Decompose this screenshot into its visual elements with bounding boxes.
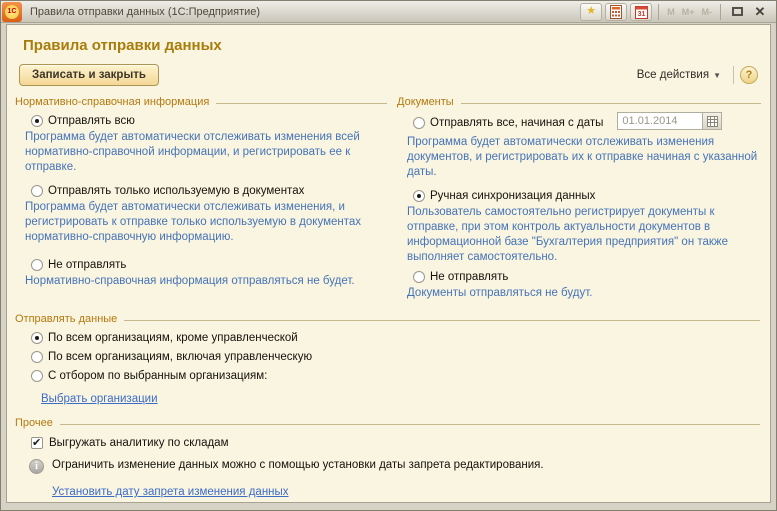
window-title: Правила отправки данных (1С:Предприятие) bbox=[30, 6, 260, 18]
group-line bbox=[461, 103, 761, 104]
radio-selected-orgs[interactable]: С отбором по выбранным организациям: bbox=[31, 370, 760, 382]
start-date-input[interactable] bbox=[617, 112, 703, 130]
radio-docs-manual-sync[interactable]: Ручная синхронизация данных bbox=[413, 190, 761, 202]
radio-docs-send-from-date[interactable]: Отправлять все, начиная с даты bbox=[413, 117, 603, 129]
radio-icon bbox=[31, 370, 43, 382]
radio-description: Программа будет автоматически отслеживат… bbox=[25, 130, 379, 175]
radio-label: С отбором по выбранным организациям: bbox=[48, 370, 267, 382]
titlebar-buttons: ★ 31 M M+ M- bbox=[580, 3, 770, 21]
radio-icon bbox=[31, 259, 43, 271]
chevron-down-icon: ▼ bbox=[713, 71, 721, 80]
radio-nsi-send-used[interactable]: Отправлять только используемую в докумен… bbox=[31, 185, 387, 197]
radio-label: По всем организациям, кроме управленческ… bbox=[48, 332, 298, 344]
group-nsi-header: Нормативно-справочная информация bbox=[15, 96, 387, 108]
maximize-icon bbox=[732, 7, 743, 16]
radio-description: Программа будет автоматически отслеживат… bbox=[407, 135, 761, 180]
app-window: 1С Правила отправки данных (1С:Предприят… bbox=[0, 0, 777, 511]
radio-label: Ручная синхронизация данных bbox=[430, 190, 595, 202]
favorites-button[interactable]: ★ bbox=[580, 3, 602, 21]
toolbar-separator bbox=[733, 66, 734, 84]
select-organizations-link[interactable]: Выбрать организации bbox=[41, 393, 158, 405]
checkbox-icon bbox=[31, 437, 43, 449]
group-line bbox=[60, 424, 760, 425]
calendar-button[interactable]: 31 bbox=[630, 3, 652, 21]
radio-label: По всем организациям, включая управленче… bbox=[48, 351, 312, 363]
radio-icon bbox=[31, 332, 43, 344]
group-documents-header: Документы bbox=[397, 96, 761, 108]
radio-nsi-dont-send[interactable]: Не отправлять bbox=[31, 259, 387, 271]
save-and-close-button[interactable]: Записать и закрыть bbox=[19, 64, 159, 86]
titlebar: 1С Правила отправки данных (1С:Предприят… bbox=[1, 1, 776, 23]
radio-description: Документы отправляться не будут. bbox=[407, 286, 761, 301]
date-picker-button[interactable] bbox=[703, 112, 722, 130]
calculator-icon bbox=[610, 5, 622, 19]
radio-label: Отправлять все, начиная с даты bbox=[430, 117, 603, 129]
all-actions-button[interactable]: Все действия ▼ bbox=[631, 66, 727, 84]
group-other-header: Прочее bbox=[15, 417, 760, 429]
checkbox-export-warehouse-analytics[interactable]: Выгружать аналитику по складам bbox=[31, 437, 760, 449]
set-data-change-ban-date-link[interactable]: Установить дату запрета изменения данных bbox=[52, 486, 289, 498]
all-actions-label: Все действия bbox=[637, 69, 709, 81]
svg-text:31: 31 bbox=[637, 11, 645, 18]
radio-docs-dont-send[interactable]: Не отправлять bbox=[413, 271, 761, 283]
info-icon: i bbox=[29, 459, 44, 474]
calculator-button[interactable] bbox=[605, 3, 627, 21]
toolbar: Записать и закрыть Все действия ▼ ? bbox=[19, 64, 758, 86]
group-line bbox=[216, 103, 387, 104]
radio-label: Не отправлять bbox=[430, 271, 508, 283]
date-field-group bbox=[617, 112, 722, 130]
radio-all-orgs-except-management[interactable]: По всем организациям, кроме управленческ… bbox=[31, 332, 760, 344]
radio-icon bbox=[31, 115, 43, 127]
radio-nsi-send-all[interactable]: Отправлять всю bbox=[31, 115, 387, 127]
maximize-button[interactable] bbox=[727, 3, 747, 21]
star-icon: ★ bbox=[586, 6, 596, 17]
memory-m-plus-button[interactable]: M+ bbox=[680, 7, 697, 17]
group-send-data-header: Отправлять данные bbox=[15, 313, 760, 325]
radio-icon bbox=[31, 185, 43, 197]
group-line bbox=[124, 320, 760, 321]
radio-icon bbox=[31, 351, 43, 363]
form-content: Правила отправки данных Записать и закры… bbox=[6, 24, 771, 503]
group-nsi: Нормативно-справочная информация Отправл… bbox=[15, 96, 387, 311]
info-message: i Ограничить изменение данных можно с по… bbox=[29, 459, 760, 474]
close-icon: ✕ bbox=[755, 5, 766, 18]
group-send-data: Отправлять данные По всем организациям, … bbox=[15, 313, 760, 415]
top-groups: Нормативно-справочная информация Отправл… bbox=[15, 96, 760, 311]
calendar-icon: 31 bbox=[635, 5, 648, 19]
titlebar-separator bbox=[658, 4, 659, 20]
radio-label: Отправлять только используемую в докумен… bbox=[48, 185, 304, 197]
page-title: Правила отправки данных bbox=[23, 37, 760, 54]
app-logo-icon: 1С bbox=[2, 2, 22, 22]
radio-icon bbox=[413, 190, 425, 202]
radio-all-orgs-including-management[interactable]: По всем организациям, включая управленче… bbox=[31, 351, 760, 363]
memory-m-button[interactable]: M bbox=[665, 7, 677, 17]
close-button[interactable]: ✕ bbox=[750, 3, 770, 21]
radio-label: Отправлять всю bbox=[48, 115, 135, 127]
info-text: Ограничить изменение данных можно с помо… bbox=[52, 459, 544, 471]
memory-m-minus-button[interactable]: M- bbox=[700, 7, 715, 17]
radio-description: Программа будет автоматически отслеживат… bbox=[25, 200, 379, 245]
group-documents: Документы Отправлять все, начиная с даты bbox=[397, 96, 761, 311]
checkbox-label: Выгружать аналитику по складам bbox=[49, 437, 229, 449]
radio-icon bbox=[413, 271, 425, 283]
radio-description: Нормативно-справочная информация отправл… bbox=[25, 274, 379, 289]
calendar-grid-icon bbox=[707, 116, 718, 127]
titlebar-separator-2 bbox=[720, 4, 721, 20]
radio-description: Пользователь самостоятельно регистрирует… bbox=[407, 205, 761, 265]
radio-icon bbox=[413, 117, 425, 129]
help-button[interactable]: ? bbox=[740, 66, 758, 84]
radio-label: Не отправлять bbox=[48, 259, 126, 271]
group-other: Прочее Выгружать аналитику по складам i … bbox=[15, 417, 760, 500]
